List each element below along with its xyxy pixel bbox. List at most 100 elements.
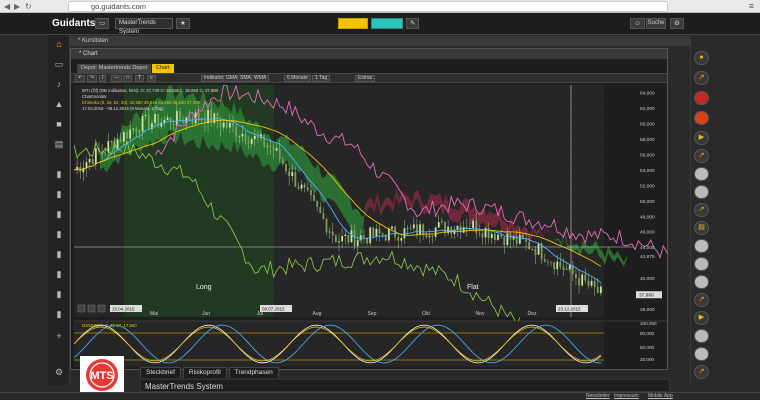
tab-trendphasen[interactable]: Trendphasen (228, 367, 279, 378)
redo-icon[interactable]: ↷ (87, 75, 98, 82)
trend-icon[interactable]: ↗ (694, 365, 709, 379)
monitor-icon[interactable]: ▭ (53, 59, 65, 69)
candle-body (250, 139, 253, 144)
price-chart[interactable]: 64,000 62,000 60,000 58,000 56,000 54,000 52,0… (74, 85, 668, 369)
zoom-out-button[interactable] (87, 304, 96, 313)
zoom-in-button[interactable] (77, 304, 86, 313)
avatar[interactable] (694, 111, 709, 125)
chart-window: * Chart Depot: Mastertrends Depot Chart ↶… (70, 48, 668, 370)
undo-icon[interactable]: ↶ (75, 75, 86, 82)
hamburger-icon[interactable]: ≡ (749, 1, 754, 11)
briefcase-icon[interactable]: ■ (53, 119, 65, 129)
candle-body (285, 163, 287, 172)
fib-tool-icon[interactable]: ≡ (147, 75, 156, 82)
cloud-segment (489, 211, 493, 228)
avatar[interactable] (694, 185, 709, 199)
reload-icon[interactable]: ↻ (25, 2, 32, 11)
tab-depot[interactable]: Depot: Mastertrends Depot (77, 64, 152, 73)
avatar[interactable] (694, 239, 709, 253)
candle-body (391, 226, 393, 229)
avatar[interactable] (694, 257, 709, 271)
candle-body (431, 235, 434, 237)
avatar[interactable] (694, 275, 709, 289)
bookmark-icon[interactable]: ▮ (53, 189, 65, 199)
play-icon[interactable]: ▶ (694, 131, 709, 145)
bookmark-icon[interactable]: ▮ (53, 229, 65, 239)
back-arrow-icon[interactable]: ◀ (4, 2, 10, 11)
interval-select[interactable]: 1 Tag (312, 75, 331, 82)
avatar[interactable] (694, 329, 709, 343)
bookmark-icon[interactable]: ▮ (53, 169, 65, 179)
avatar[interactable] (694, 91, 709, 105)
star-icon[interactable]: ★ (176, 18, 190, 29)
chart-nav-buttons[interactable] (77, 304, 106, 313)
tab-steckbrief[interactable]: Steckbrief (140, 367, 181, 378)
cloud-segment (452, 208, 456, 222)
candle-body (556, 261, 559, 270)
settings-icon[interactable]: ⚙ (670, 18, 684, 29)
tab-chart[interactable]: Chart (152, 64, 174, 73)
candle-body (581, 274, 584, 286)
trend-icon[interactable]: ↗ (694, 71, 709, 85)
timeframe-select[interactable]: 6 Monate (284, 75, 311, 82)
kurslisten-panel-header[interactable]: * Kurslisten (70, 36, 690, 46)
tab-risikoprofil[interactable]: Risikoprofil (182, 367, 227, 378)
pan-left-button[interactable] (97, 304, 106, 313)
text-tool-icon[interactable]: T (135, 75, 145, 82)
candle-body (578, 278, 580, 286)
monitor-icon[interactable]: ▭ (95, 18, 110, 29)
candle-body (425, 235, 428, 238)
search-button[interactable]: Suche (646, 18, 666, 29)
candle-body (269, 145, 272, 147)
add-icon[interactable]: + (53, 331, 65, 341)
rect-tool-icon[interactable]: □ (123, 75, 133, 82)
avatar[interactable] (694, 347, 709, 361)
candle-body (228, 122, 231, 128)
candle-body (179, 111, 181, 120)
url-text: go.guidants.com (91, 2, 147, 11)
newsletter-link[interactable]: Newsletter (586, 393, 610, 400)
user-icon[interactable]: ☺ (630, 18, 645, 29)
forward-arrow-icon[interactable]: ▶ (14, 2, 20, 11)
trend-icon[interactable]: ↗ (694, 203, 709, 217)
avatar[interactable] (694, 167, 709, 181)
y-tick-label: 56,000 (640, 152, 655, 158)
trend-icon[interactable]: ↗ (694, 293, 709, 307)
news-icon[interactable]: ▤ (53, 139, 65, 149)
candle-body (428, 235, 431, 238)
impressum-link[interactable]: Impressum (614, 393, 639, 400)
bell-icon[interactable]: ♪ (53, 79, 65, 89)
bookmark-icon[interactable]: ▮ (53, 269, 65, 279)
home-icon[interactable]: ⌂ (53, 39, 65, 49)
cloud-segment (358, 210, 362, 246)
address-bar[interactable]: go.guidants.com (68, 1, 668, 12)
teal-action-button[interactable] (371, 18, 403, 29)
note-icon[interactable]: ▤ (694, 221, 709, 235)
cloud-segment (321, 176, 325, 203)
bookmark-icon[interactable]: ▮ (53, 249, 65, 259)
candle-body (334, 235, 337, 243)
play-icon[interactable]: ▶ (694, 311, 709, 325)
chart-icon[interactable]: ▲ (53, 99, 65, 109)
trend-icon[interactable]: ↗ (694, 149, 709, 163)
candle-body (266, 145, 269, 147)
yellow-action-button[interactable] (338, 18, 368, 29)
hline-tool-icon[interactable]: — (111, 75, 122, 82)
line-tool-icon[interactable]: / (99, 75, 107, 82)
extras-button[interactable]: Extras (355, 75, 376, 82)
guidants-logo[interactable]: Guidants (52, 18, 95, 29)
gear-icon[interactable]: ⚙ (53, 367, 65, 377)
workspace-select[interactable]: MasterTrends System (115, 18, 173, 35)
chart-titlebar[interactable]: * Chart (71, 49, 667, 59)
bookmark-icon[interactable]: ▮ (53, 209, 65, 219)
candle-body (144, 114, 147, 116)
mobile-app-link[interactable]: Mobile App (648, 393, 673, 400)
candle-body (122, 131, 125, 142)
location-icon[interactable]: ● (694, 51, 709, 65)
candle-body (119, 139, 122, 142)
candle-body (328, 231, 331, 233)
bookmark-icon[interactable]: ▮ (53, 309, 65, 319)
wma-button[interactable]: WMA (251, 75, 270, 82)
bookmark-icon[interactable]: ▮ (53, 289, 65, 299)
edit-icon[interactable]: ✎ (406, 18, 420, 29)
